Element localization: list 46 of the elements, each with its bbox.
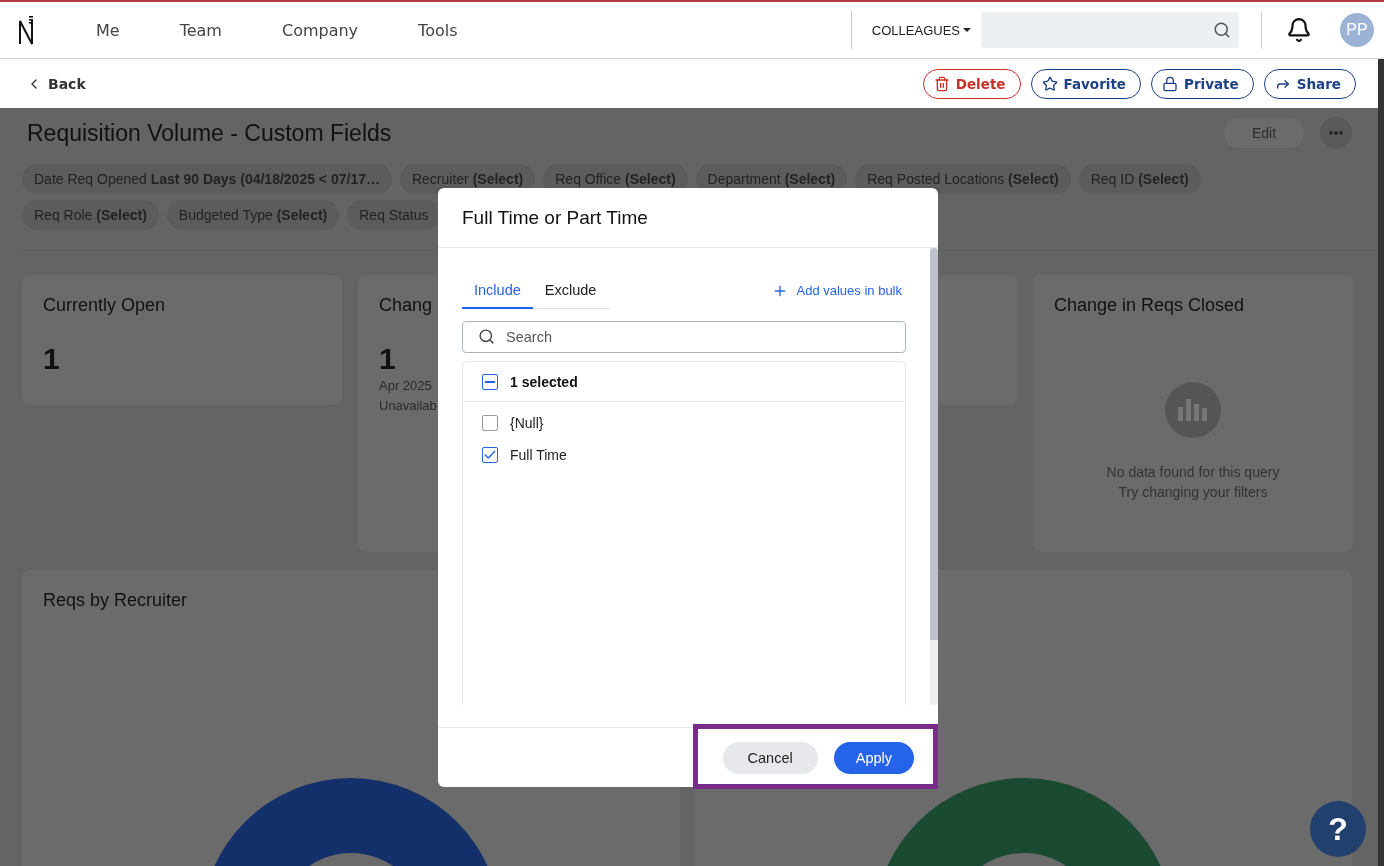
nav-link[interactable]: Me [96, 20, 120, 40]
logo-icon[interactable] [18, 15, 36, 45]
nav-link[interactable]: Company [281, 20, 359, 40]
option-checkbox[interactable] [482, 447, 498, 463]
minus-icon [485, 380, 495, 383]
cancel-button[interactable]: Cancel [722, 741, 818, 774]
card-title: Change in Reqs Closed [1054, 295, 1246, 316]
check-icon [483, 448, 497, 462]
search-field[interactable] [981, 12, 1239, 48]
notification-bell-icon[interactable] [1286, 17, 1312, 43]
more-icon [1329, 131, 1343, 135]
delete-button[interactable]: Delete [922, 68, 1021, 99]
metric-value: 1 [43, 342, 60, 376]
option-label: Full Time [510, 447, 567, 463]
lock-icon [1162, 75, 1179, 92]
card-title: Currently Open [43, 295, 167, 316]
nav-link[interactable]: Team [179, 20, 222, 40]
search-field[interactable]: Search [462, 321, 906, 353]
back-link[interactable]: Back [26, 75, 86, 92]
dialog-title: Full Time or Part Time [438, 188, 938, 248]
trash-icon [933, 75, 950, 92]
favorite-button[interactable]: Favorite [1030, 68, 1142, 99]
apply-button[interactable]: Apply [833, 741, 914, 774]
report-title: Requisition Volume - Custom Fields [27, 119, 393, 147]
dialog-tab[interactable]: Include [462, 272, 533, 309]
empty-state-text: No data found for this query [1106, 463, 1280, 482]
bar-chart-icon [1165, 382, 1221, 438]
share-button[interactable]: Share [1263, 68, 1356, 99]
select-all-checkbox[interactable] [482, 373, 498, 390]
selected-count: 1 selected [510, 373, 578, 390]
option-checkbox[interactable] [482, 415, 498, 431]
scrollbar-thumb[interactable] [930, 248, 938, 640]
metric-note: Apr 2025 [379, 377, 432, 395]
card-title: Reqs by Recruiter [43, 590, 188, 612]
option-label: {Null} [510, 415, 544, 431]
add-bulk-link[interactable]: Add values in bulk [772, 282, 902, 299]
card-title: Chang [379, 295, 434, 316]
search-icon [1213, 21, 1231, 39]
metric-value: 1 [379, 342, 396, 376]
search-icon [478, 328, 495, 345]
nav-link[interactable]: Tools [418, 20, 458, 40]
private-button[interactable]: Private [1151, 68, 1254, 99]
empty-state-text: Try changing your filters [1118, 483, 1268, 502]
dialog-tab[interactable]: Exclude [532, 272, 609, 309]
metric-note: Unavailab [379, 397, 437, 415]
star-icon [1041, 75, 1058, 92]
